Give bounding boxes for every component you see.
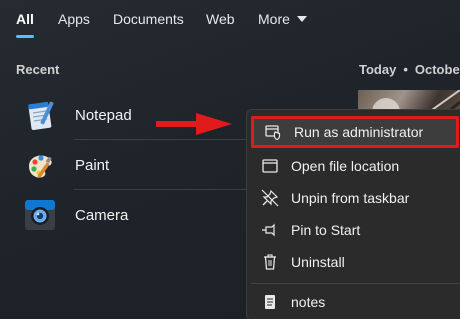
app-item-paint[interactable]: Paint: [22, 141, 248, 189]
document-icon: [261, 293, 279, 311]
menu-item-unpin-from-taskbar[interactable]: Unpin from taskbar: [251, 182, 459, 214]
context-menu: Run as administrator Open file location …: [246, 109, 460, 319]
menu-item-label: Unpin from taskbar: [291, 190, 410, 206]
app-item-label: Camera: [75, 206, 129, 224]
menu-item-label: notes: [291, 294, 326, 310]
menu-item-label: Run as administrator: [294, 124, 424, 140]
divider: [74, 139, 252, 140]
app-item-label: Notepad: [75, 106, 132, 124]
app-item-camera[interactable]: Camera: [22, 191, 248, 239]
menu-item-run-as-administrator[interactable]: Run as administrator: [251, 116, 459, 148]
paint-icon: [22, 147, 58, 183]
annotation-arrow-shaft: [156, 121, 198, 127]
date-today-label: Today: [359, 62, 397, 77]
chevron-down-icon: [296, 16, 307, 22]
tab-more[interactable]: More: [258, 0, 307, 38]
recent-header: Recent: [16, 62, 60, 77]
date-separator: •: [403, 62, 408, 77]
menu-item-notes[interactable]: notes: [251, 286, 459, 318]
menu-item-label: Open file location: [291, 158, 400, 174]
tab-apps[interactable]: Apps: [58, 0, 90, 38]
menu-item-label: Pin to Start: [291, 222, 361, 238]
date-header: Today • October: [359, 62, 460, 77]
folder-icon: [261, 157, 279, 175]
divider: [74, 189, 252, 190]
menu-item-pin-to-start[interactable]: Pin to Start: [251, 214, 459, 246]
app-item-label: Paint: [75, 156, 110, 174]
tab-documents-label: Documents: [113, 11, 184, 27]
tab-all[interactable]: All: [16, 0, 34, 38]
shield-icon: [264, 123, 282, 141]
menu-item-uninstall[interactable]: Uninstall: [251, 246, 459, 278]
menu-divider: [251, 283, 460, 284]
tab-web-label: Web: [206, 11, 235, 27]
camera-icon: [22, 197, 58, 233]
tab-apps-label: Apps: [58, 11, 90, 27]
notepad-icon: [22, 97, 58, 133]
pin-icon: [261, 221, 279, 239]
date-month-label: October: [414, 62, 460, 77]
tab-all-label: All: [16, 11, 34, 27]
menu-item-label: Uninstall: [291, 254, 345, 270]
search-filter-tabs: All Apps Documents Web More: [0, 0, 460, 38]
tab-documents[interactable]: Documents: [113, 0, 184, 38]
trash-icon: [261, 253, 279, 271]
tab-web[interactable]: Web: [206, 0, 235, 38]
annotation-arrow-head: [196, 113, 232, 135]
menu-item-open-file-location[interactable]: Open file location: [251, 150, 459, 182]
tab-more-label: More: [258, 11, 290, 27]
unpin-icon: [261, 189, 279, 207]
